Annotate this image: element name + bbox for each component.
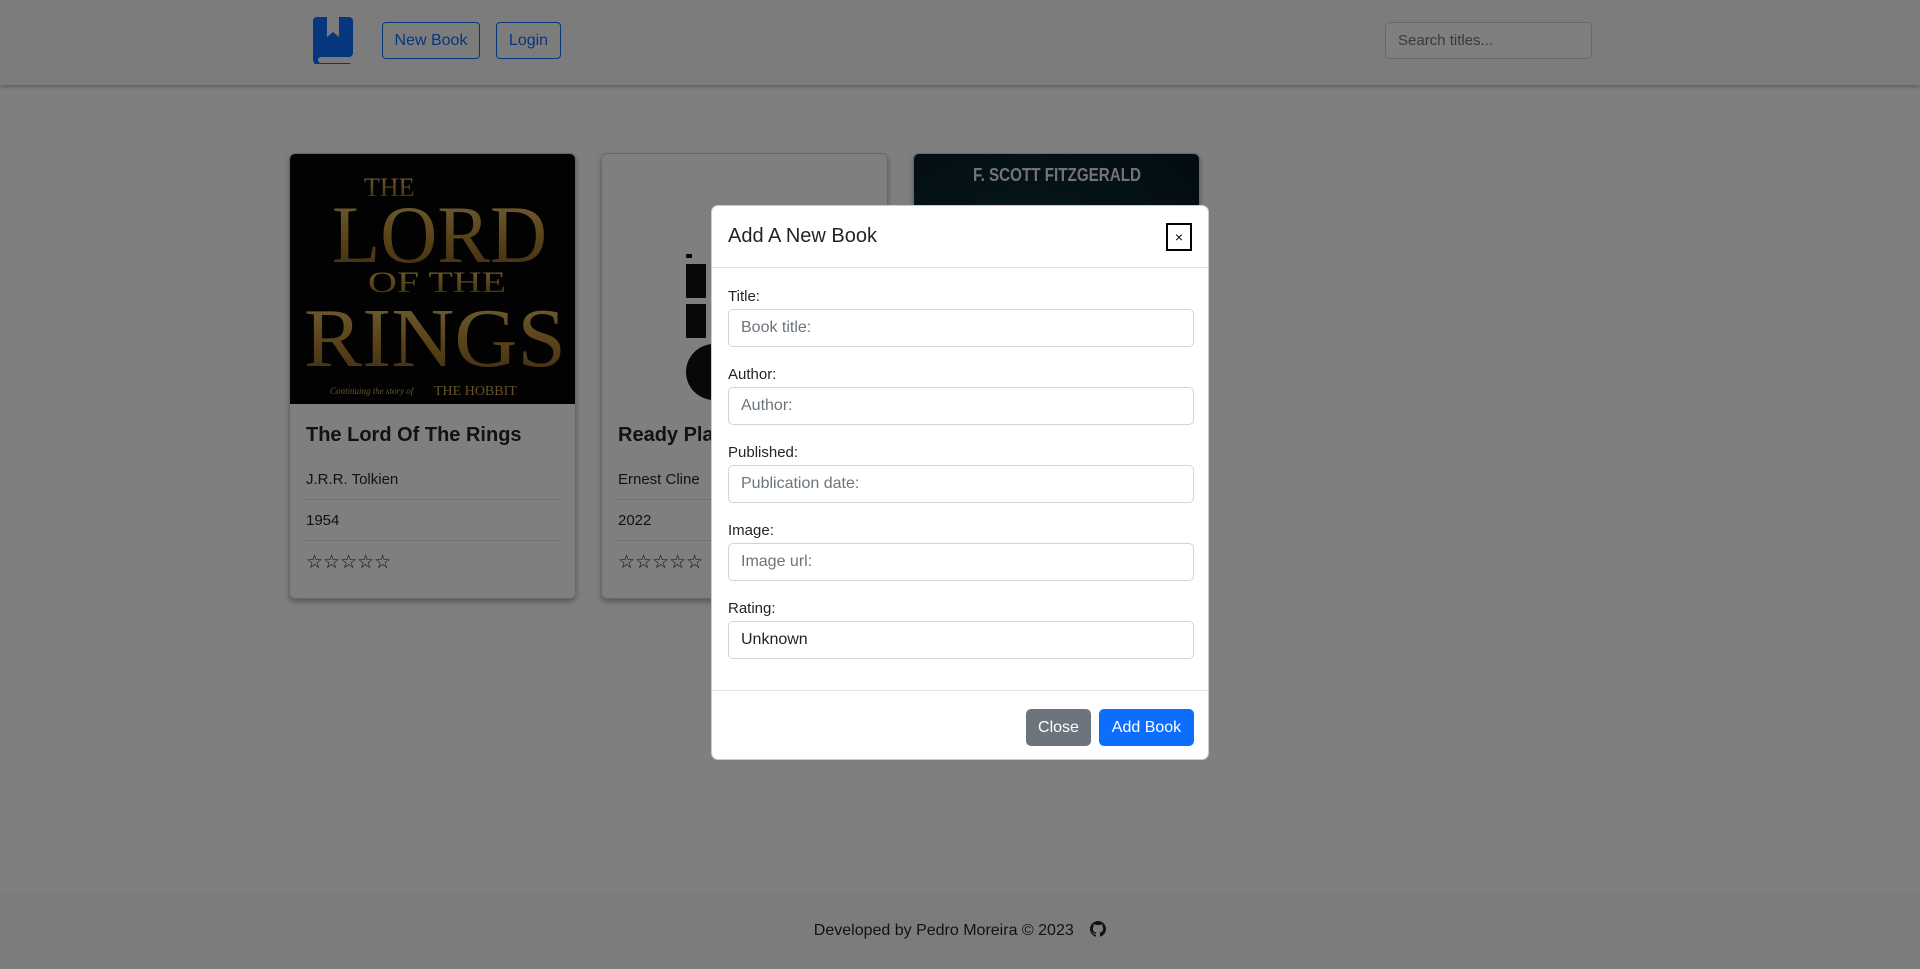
title-label: Title: [728,288,760,305]
image-label: Image: [728,522,774,539]
modal-footer: Close Add Book [712,690,1208,760]
rating-input[interactable] [728,621,1194,659]
close-icon[interactable]: × [1166,223,1192,251]
add-book-modal: Add A New Book × Title: Author: Publishe… [711,205,1209,760]
author-label: Author: [728,366,777,383]
title-input[interactable] [728,309,1194,347]
modal-title: Add A New Book [728,225,877,247]
close-button[interactable]: Close [1026,709,1091,746]
image-url-input[interactable] [728,543,1194,581]
rating-label: Rating: [728,600,776,617]
author-input[interactable] [728,387,1194,425]
add-book-button[interactable]: Add Book [1099,709,1194,746]
published-label: Published: [728,444,799,461]
modal-header: Add A New Book × [712,206,1208,268]
published-input[interactable] [728,465,1194,503]
